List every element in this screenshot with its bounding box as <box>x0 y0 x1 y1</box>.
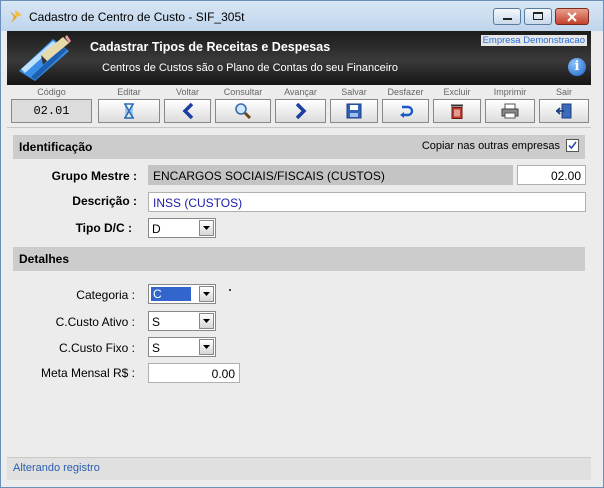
grupo-mestre-field: ENCARGOS SOCIAIS/FISCAIS (CUSTOS) <box>148 165 513 185</box>
page-header: Cadastrar Tipos de Receitas e Despesas C… <box>7 31 591 85</box>
page-title: Cadastrar Tipos de Receitas e Despesas <box>90 40 331 54</box>
tipo-dc-select[interactable]: D <box>148 218 216 238</box>
chevron-down-icon <box>203 345 210 349</box>
undo-label: Desfazer <box>387 87 424 97</box>
copy-label: Copiar nas outras empresas <box>421 140 560 152</box>
ccusto-ativo-value: S <box>152 315 161 329</box>
forward-button[interactable] <box>275 99 326 123</box>
edit-button[interactable] <box>98 99 160 123</box>
copy-checkbox[interactable] <box>566 139 579 152</box>
categoria-dropdown-button[interactable] <box>199 286 214 302</box>
window-title: Cadastro de Centro de Custo - SIF_305t <box>29 10 245 24</box>
ccusto-fixo-label: C.Custo Fixo : <box>58 341 135 355</box>
undo-group: Desfazer <box>380 85 431 127</box>
back-label: Voltar <box>175 87 199 97</box>
magnifier-icon <box>235 103 252 120</box>
printer-icon <box>501 103 519 119</box>
print-group: Imprimir <box>483 85 537 127</box>
back-group: Voltar <box>162 85 213 127</box>
ccusto-ativo-dropdown-button[interactable] <box>199 313 214 329</box>
save-group: Salvar <box>328 85 380 127</box>
delete-button[interactable] <box>433 99 481 123</box>
code-value: 02.01 <box>11 99 92 123</box>
close-icon <box>567 12 577 22</box>
tipo-dc-dropdown-button[interactable] <box>199 220 214 236</box>
arrow-left-icon <box>182 103 193 119</box>
ccusto-fixo-dropdown-button[interactable] <box>199 339 214 355</box>
search-group: Consultar <box>213 85 273 127</box>
chevron-down-icon <box>203 292 210 296</box>
detalhes-title: Detalhes <box>19 252 70 266</box>
back-button[interactable] <box>164 99 211 123</box>
company-link[interactable]: Empresa Demonstracao <box>480 35 587 46</box>
trash-icon <box>451 104 463 119</box>
minimize-icon <box>503 18 512 20</box>
page-subtitle: Centros de Custos são o Plano de Contas … <box>102 62 398 74</box>
exit-label: Sair <box>555 87 572 97</box>
delete-group: Excluir <box>431 85 483 127</box>
categoria-select[interactable]: C <box>148 284 216 304</box>
undo-button[interactable] <box>382 99 429 123</box>
chevron-down-icon <box>203 226 210 230</box>
floppy-icon <box>346 103 362 119</box>
delete-label: Excluir <box>443 87 471 97</box>
meta-mensal-label: Meta Mensal R$ : <box>40 366 135 380</box>
code-label: Código <box>37 87 66 97</box>
dot-marker <box>229 289 231 291</box>
tipo-dc-value: D <box>152 222 161 236</box>
status-bar: Alterando registro <box>7 457 591 480</box>
exit-door-icon <box>555 103 572 119</box>
arrow-right-icon <box>295 103 306 119</box>
exit-group: Sair <box>537 85 591 127</box>
identificacao-title: Identificação <box>19 140 93 154</box>
meta-mensal-field[interactable]: 0.00 <box>148 363 240 383</box>
categoria-label: Categoria : <box>76 288 135 302</box>
info-icon[interactable]: i <box>568 58 586 76</box>
ccusto-fixo-value: S <box>152 341 161 355</box>
descricao-label: Descrição : <box>72 194 137 208</box>
search-button[interactable] <box>215 99 271 123</box>
descricao-field[interactable]: INSS (CUSTOS) <box>148 192 586 212</box>
ccusto-ativo-label: C.Custo Ativo : <box>55 315 135 329</box>
tipo-dc-label: Tipo D/C : <box>75 221 132 235</box>
check-icon <box>568 141 577 150</box>
save-button[interactable] <box>330 99 378 123</box>
title-bar: Cadastro de Centro de Custo - SIF_305t <box>1 1 603 31</box>
print-label: Imprimir <box>493 87 527 97</box>
edit-label: Editar <box>117 87 141 97</box>
pencil-book-logo-icon <box>19 35 71 81</box>
maximize-icon <box>533 12 543 20</box>
detalhes-section-header: Detalhes <box>13 247 585 271</box>
forward-label: Avançar <box>284 87 317 97</box>
code-group: Código 02.01 <box>7 85 96 127</box>
maximize-button[interactable] <box>524 8 552 25</box>
forward-group: Avançar <box>273 85 328 127</box>
identificacao-section-header: Identificação Copiar nas outras empresas <box>13 135 585 159</box>
save-label: Salvar <box>341 87 367 97</box>
minimize-button[interactable] <box>493 8 521 25</box>
search-label: Consultar <box>223 87 263 97</box>
grupo-mestre-code-field[interactable]: 02.00 <box>517 165 586 185</box>
grupo-mestre-label: Grupo Mestre : <box>51 169 137 183</box>
ccusto-ativo-select[interactable]: S <box>148 311 216 331</box>
ccusto-fixo-select[interactable]: S <box>148 337 216 357</box>
chevron-down-icon <box>203 319 210 323</box>
hourglass-icon <box>124 103 134 119</box>
app-window: Cadastro de Centro de Custo - SIF_305t C… <box>0 0 604 488</box>
print-button[interactable] <box>485 99 535 123</box>
categoria-value: C <box>151 287 191 301</box>
exit-button[interactable] <box>539 99 589 123</box>
app-logo-icon <box>10 10 22 23</box>
undo-icon <box>399 105 413 118</box>
toolbar: Código 02.01 Editar Voltar Consultar Ava… <box>7 85 591 127</box>
form-content: Identificação Copiar nas outras empresas… <box>7 127 591 458</box>
close-button[interactable] <box>555 8 589 25</box>
edit-group: Editar <box>96 85 162 127</box>
status-text: Alterando registro <box>13 462 100 474</box>
